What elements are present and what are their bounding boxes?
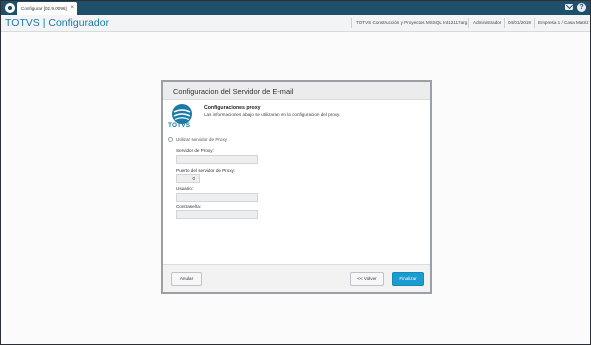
tab-configurar[interactable]: Configurar [02.9.0096] × — [17, 2, 77, 15]
proxy-password-label: Contraseña: — [176, 204, 202, 209]
back-button[interactable]: << Volver — [350, 272, 384, 286]
proxy-password-input[interactable] — [176, 210, 258, 219]
company-branch: Empresa 1 / Casa Matriz — [538, 20, 589, 25]
page-title: TOTVS | Configurador — [5, 17, 110, 29]
divider — [351, 18, 352, 28]
totvs-logo-text: TOTVS — [168, 122, 191, 129]
divider — [468, 18, 469, 28]
session-date: 04/01/2019 — [508, 20, 531, 25]
use-proxy-checkbox[interactable] — [168, 137, 173, 142]
cancel-button[interactable]: Anular — [171, 272, 202, 286]
close-icon[interactable]: × — [70, 5, 74, 11]
proxy-server-label: Servidor de Proxy: — [176, 148, 214, 153]
app-header: TOTVS | Configurador TOTVS Construcción … — [1, 15, 590, 32]
divider — [534, 18, 535, 28]
proxy-port-label: Puerto del servidor de Proxy: — [176, 168, 236, 173]
dialog-footer: Anular << Volver Finalizar — [163, 264, 430, 292]
proxy-user-label: Usuario: — [176, 186, 194, 191]
user-name: Administrador — [473, 20, 502, 25]
app-logo-icon[interactable] — [5, 3, 15, 13]
tab-label: Configurar [02.9.0096] — [21, 6, 67, 11]
email-server-dialog: Configuracion del Servidor de E-mail TOT… — [161, 80, 432, 294]
help-icon[interactable]: ? — [577, 3, 586, 12]
mail-icon[interactable] — [565, 4, 573, 10]
proxy-port-input[interactable]: 0 — [176, 174, 200, 183]
section-description: Las informaciones abajo se utilizaran en… — [204, 112, 341, 117]
proxy-server-input[interactable] — [176, 155, 258, 164]
app-window: Configurar [02.9.0096] × ? TOTVS | Confi… — [0, 0, 591, 345]
top-bar: Configurar [02.9.0096] × ? — [1, 1, 590, 15]
finish-button[interactable]: Finalizar — [392, 272, 424, 286]
company-name: TOTVS Construcción y Proyectos MSSQL Int… — [356, 20, 468, 25]
dialog-title: Configuracion del Servidor de E-mail — [163, 82, 430, 100]
section-title: Configuraciones proxy — [204, 105, 261, 111]
use-proxy-label[interactable]: Utilizar servidor de Proxy — [176, 137, 227, 142]
divider — [504, 18, 505, 28]
proxy-user-input[interactable] — [176, 193, 258, 202]
